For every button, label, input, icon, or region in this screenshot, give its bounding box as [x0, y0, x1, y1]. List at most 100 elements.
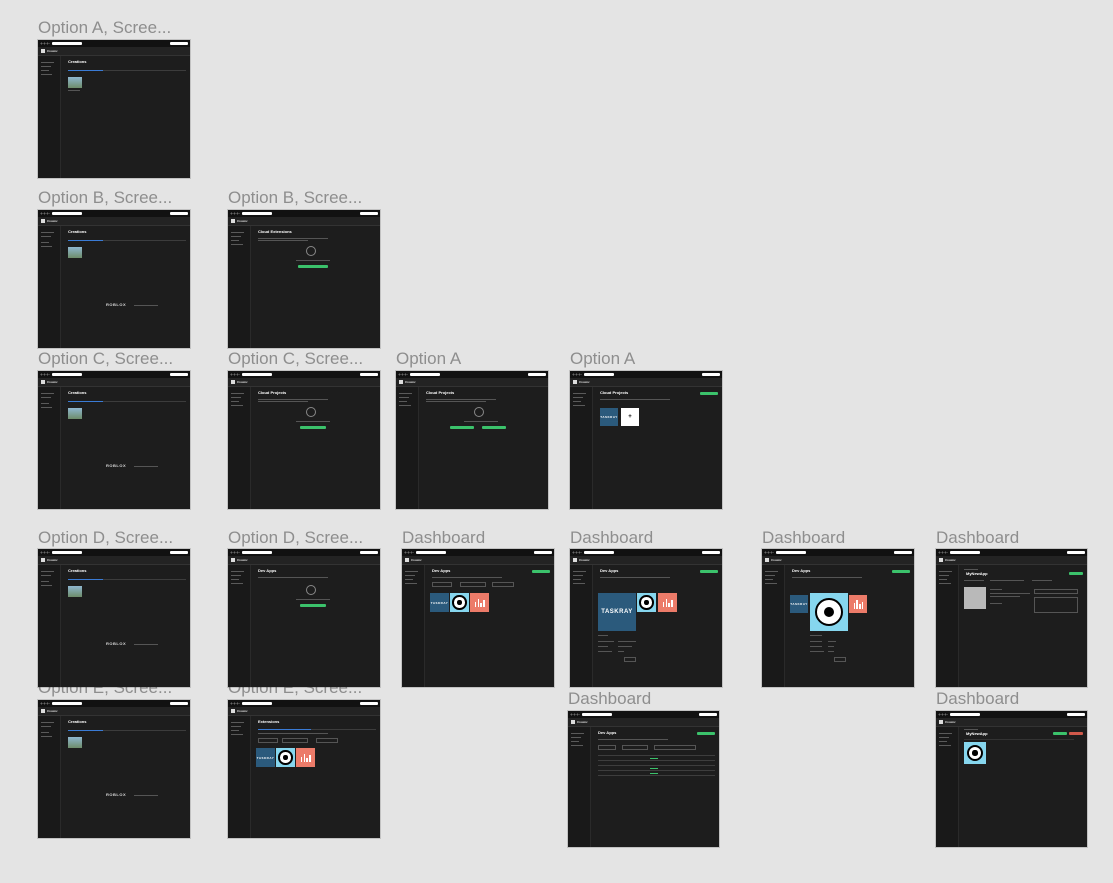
user-button[interactable] [534, 551, 552, 554]
new-app-button[interactable] [700, 570, 718, 573]
frame-option-d-creations[interactable]: Creator Creations ROBLOX [38, 549, 190, 687]
eye-app-tile[interactable] [450, 593, 469, 612]
frame-option-e-extensions[interactable]: Creator Extensions TASKRAY [228, 700, 380, 838]
url-field[interactable] [52, 42, 82, 45]
tab-bar[interactable] [68, 238, 186, 241]
url-field[interactable] [52, 702, 82, 705]
search-input[interactable] [492, 582, 514, 587]
import-button[interactable] [482, 426, 506, 429]
creation-thumbnail[interactable] [68, 408, 82, 419]
eye-app-tile[interactable] [637, 593, 656, 612]
url-field[interactable] [410, 373, 440, 376]
frame-option-c-cloud-projects[interactable]: Creator Cloud Projects [228, 371, 380, 509]
frame-dashboard-app-expanded[interactable]: Creator Dev Apps TASKRAY [762, 549, 914, 687]
creation-thumbnail[interactable] [68, 586, 82, 597]
tab-bar[interactable] [68, 728, 186, 731]
new-app-button[interactable] [697, 732, 715, 735]
user-button[interactable] [894, 551, 912, 554]
url-field[interactable] [242, 212, 272, 215]
user-button[interactable] [170, 42, 188, 45]
publish-button[interactable] [1053, 732, 1067, 735]
url-field[interactable] [776, 551, 806, 554]
description-field[interactable] [1034, 589, 1078, 594]
search-input[interactable] [316, 738, 338, 743]
frame-option-b-creations[interactable]: Creator Creations ROBLOX [38, 210, 190, 348]
frame-dashboard-dev-apps-grid[interactable]: Creator Dev Apps TASKRAY [402, 549, 554, 687]
frame-dashboard-app-page[interactable]: Creator MyNewApp [936, 711, 1087, 847]
sort-select[interactable] [282, 738, 308, 743]
close-button[interactable] [624, 657, 636, 662]
frame-option-a-cloud-projects-list[interactable]: Creator Cloud Projects TASKRAY + [570, 371, 722, 509]
add-project-tile[interactable]: + [621, 408, 639, 426]
eye-app-tile[interactable] [276, 748, 295, 767]
table-row[interactable] [598, 770, 715, 771]
sort-select[interactable] [460, 582, 486, 587]
eye-app-tile[interactable] [810, 593, 848, 631]
taskray-app-tile[interactable]: TASKRAY [790, 595, 808, 613]
new-project-button[interactable] [700, 392, 718, 395]
user-button[interactable] [170, 702, 188, 705]
url-field[interactable] [242, 702, 272, 705]
user-button[interactable] [360, 373, 378, 376]
tab-bar[interactable] [68, 577, 186, 580]
taskray-app-tile[interactable]: TASKRAY [430, 593, 449, 612]
create-button[interactable] [450, 426, 474, 429]
user-button[interactable] [360, 212, 378, 215]
url-field[interactable] [242, 551, 272, 554]
eye-app-icon[interactable] [964, 742, 986, 764]
taskray-app-tile[interactable]: TASKRAY [598, 593, 636, 631]
url-field[interactable] [950, 551, 980, 554]
tab-bar[interactable] [68, 68, 186, 71]
user-button[interactable] [699, 713, 717, 716]
user-button[interactable] [360, 551, 378, 554]
new-app-button[interactable] [532, 570, 550, 573]
tab-bar[interactable] [68, 399, 186, 402]
url-field[interactable] [242, 373, 272, 376]
search-input[interactable] [654, 745, 696, 750]
create-button[interactable] [300, 604, 326, 607]
creation-thumbnail[interactable] [68, 737, 82, 748]
frame-option-e-creations[interactable]: Creator Creations ROBLOX [38, 700, 190, 838]
frame-option-b-cloud-extensions[interactable]: Creator Cloud Extensions [228, 210, 380, 348]
user-button[interactable] [170, 551, 188, 554]
notes-field[interactable] [1034, 597, 1078, 613]
url-field[interactable] [52, 551, 82, 554]
creation-thumbnail[interactable] [68, 77, 82, 88]
create-button[interactable] [300, 426, 326, 429]
new-app-button[interactable] [892, 570, 910, 573]
user-button[interactable] [1067, 551, 1085, 554]
tab-bar[interactable] [258, 727, 376, 730]
frame-dashboard-dev-apps-table[interactable]: Creator Dev Apps [568, 711, 719, 847]
filter-select[interactable] [258, 738, 278, 743]
chart-app-tile[interactable] [658, 593, 677, 612]
table-row[interactable] [598, 760, 715, 761]
delete-button[interactable] [1069, 732, 1083, 735]
url-field[interactable] [52, 212, 82, 215]
frame-option-a-cloud-projects-empty[interactable]: Creator Cloud Projects [396, 371, 548, 509]
app-icon-placeholder[interactable] [964, 587, 986, 609]
create-button[interactable] [298, 265, 328, 268]
user-button[interactable] [170, 212, 188, 215]
taskray-app-tile[interactable]: TASKRAY [600, 408, 618, 426]
table-row[interactable] [598, 775, 715, 776]
user-button[interactable] [528, 373, 546, 376]
url-field[interactable] [584, 373, 614, 376]
url-field[interactable] [950, 713, 980, 716]
user-button[interactable] [702, 373, 720, 376]
user-button[interactable] [170, 373, 188, 376]
frame-dashboard-app-details[interactable]: Creator Dev Apps TASKRAY [570, 549, 722, 687]
table-row[interactable] [598, 765, 715, 766]
user-button[interactable] [360, 702, 378, 705]
taskray-app-tile[interactable]: TASKRAY [256, 748, 275, 767]
frame-option-d-dev-apps[interactable]: Creator Dev Apps [228, 549, 380, 687]
frame-dashboard-new-app-form[interactable]: Creator MyNewApp [936, 549, 1087, 687]
url-field[interactable] [582, 713, 612, 716]
url-field[interactable] [584, 551, 614, 554]
creation-thumbnail[interactable] [68, 247, 82, 258]
url-field[interactable] [52, 373, 82, 376]
user-button[interactable] [702, 551, 720, 554]
chart-app-tile[interactable] [470, 593, 489, 612]
frame-option-c-creations[interactable]: Creator Creations ROBLOX [38, 371, 190, 509]
chart-app-tile[interactable] [296, 748, 315, 767]
chart-app-tile[interactable] [849, 595, 867, 613]
